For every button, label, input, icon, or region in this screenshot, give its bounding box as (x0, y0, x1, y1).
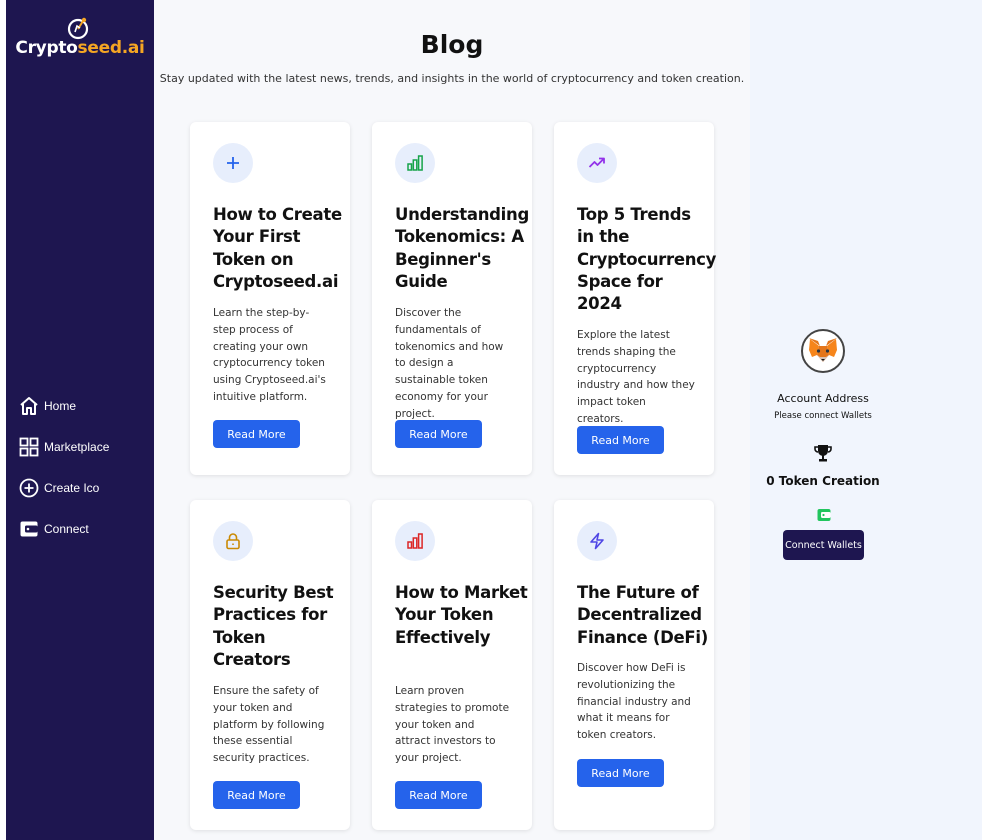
sidebar-item-label: Home (44, 399, 77, 413)
wallet-icon (18, 518, 40, 540)
wallet-icon (817, 509, 831, 521)
sidebar-item-label: Marketplace (44, 440, 110, 454)
card-description: Learn the step-by-step process of creati… (213, 307, 326, 403)
sidebar-item-label: Connect (44, 522, 89, 536)
read-more-button[interactable]: Read More (395, 420, 482, 448)
sidebar-nav: Home Marketplace Create Ico Connect (18, 394, 109, 558)
read-more-button[interactable]: Read More (213, 420, 300, 448)
trending-up-icon (588, 157, 605, 168)
sidebar-item-connect[interactable]: Connect (18, 517, 109, 541)
card-description: Explore the latest trends shaping the cr… (577, 329, 695, 425)
page-title: Blog (420, 30, 484, 59)
blog-card: The Future of Decentralized Finance (DeF… (554, 500, 714, 830)
page-subtitle: Stay updated with the latest news, trend… (159, 72, 745, 85)
blog-card: Security Best Practices for Token Creato… (190, 500, 350, 830)
brand-name-part2: seed.ai (77, 38, 145, 58)
card-description: Discover the fundamentals of tokenomics … (395, 307, 504, 420)
lock-icon (226, 533, 240, 550)
card-title: How to Create Your First Token on Crypto… (213, 205, 342, 291)
read-more-button[interactable]: Read More (577, 759, 664, 787)
card-icon-badge (577, 521, 617, 561)
brand-name-part1: Crypto (15, 38, 78, 58)
card-description: Ensure the safety of your token and plat… (213, 685, 325, 765)
card-title: The Future of Decentralized Finance (DeF… (577, 583, 708, 647)
read-more-button[interactable]: Read More (213, 781, 300, 809)
card-icon-badge (213, 521, 253, 561)
read-more-button[interactable]: Read More (395, 781, 482, 809)
bar-chart-icon (407, 155, 423, 171)
sidebar-item-label: Create Ico (44, 481, 100, 495)
sidebar-item-marketplace[interactable]: Marketplace (18, 435, 109, 459)
account-panel: Account Address Please connect Wallets 0… (750, 0, 982, 840)
sidebar-item-home[interactable]: Home (18, 394, 109, 418)
token-creation-count: 0 Token Creation (766, 474, 880, 488)
blog-card: Top 5 Trends in the Cryptocurrency Space… (554, 122, 717, 475)
card-icon-badge (213, 143, 253, 183)
bar-chart-icon (407, 533, 423, 549)
connect-wallets-button[interactable]: Connect Wallets (783, 530, 864, 560)
blog-card: How to Create Your First Token on Crypto… (190, 122, 350, 475)
plus-icon (227, 157, 239, 169)
card-description: Discover how DeFi is revolutionizing the… (577, 662, 691, 742)
brand-name: Cryptoseed.ai (6, 38, 154, 58)
sidebar: Cryptoseed.ai Home Marketplace Create Ic… (6, 0, 154, 840)
account-status-text: Please connect Wallets (774, 411, 872, 421)
lightning-icon (590, 532, 604, 550)
card-title: Top 5 Trends in the Cryptocurrency Space… (577, 205, 717, 314)
read-more-button[interactable]: Read More (577, 426, 664, 454)
account-address-label: Account Address (777, 392, 869, 405)
trophy-icon (814, 445, 832, 462)
main-content: Blog Stay updated with the latest news, … (154, 0, 750, 840)
plus-circle-icon (18, 477, 40, 499)
home-icon (18, 395, 40, 417)
grid-icon (18, 436, 40, 458)
card-icon-badge (577, 143, 617, 183)
card-description: Learn proven strategies to promote your … (395, 685, 510, 765)
blog-card: How to Market Your Token Effectively Lea… (372, 500, 532, 830)
sidebar-item-create-ico[interactable]: Create Ico (18, 476, 109, 500)
card-title: How to Market Your Token Effectively (395, 583, 528, 647)
card-title: Understanding Tokenomics: A Beginner's G… (395, 205, 529, 291)
metamask-fox-icon (801, 329, 845, 373)
card-icon-badge (395, 143, 435, 183)
card-icon-badge (395, 521, 435, 561)
card-title: Security Best Practices for Token Creato… (213, 583, 334, 669)
brand-logo[interactable]: Cryptoseed.ai (6, 14, 154, 64)
blog-card: Understanding Tokenomics: A Beginner's G… (372, 122, 532, 475)
